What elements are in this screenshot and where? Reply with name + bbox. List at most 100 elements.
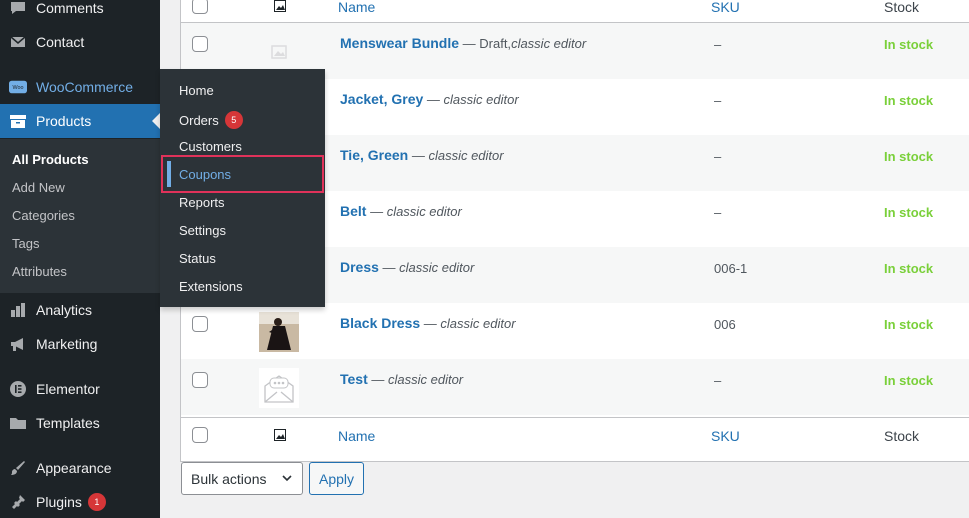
stock-status: In stock	[884, 261, 934, 276]
submenu-tags[interactable]: Tags	[12, 236, 39, 251]
column-sku-footer[interactable]: SKU	[711, 428, 740, 444]
stock-status: In stock	[884, 373, 934, 388]
table-row: Black Dress — classic editor 006 In stock	[181, 303, 969, 359]
editor-label: classic editor	[399, 260, 475, 275]
orders-count-badge: 5	[224, 111, 243, 129]
row-checkbox[interactable]	[192, 316, 208, 332]
svg-text:Woo: Woo	[13, 85, 24, 91]
menu-comments-label: Comments	[36, 0, 104, 16]
product-name-cell: Black Dress — classic editor	[340, 315, 516, 331]
product-name-cell: Belt — classic editor	[340, 203, 462, 219]
name-separator: —	[408, 148, 429, 163]
submenu-attributes[interactable]: Attributes	[12, 264, 67, 279]
name-separator: —	[459, 36, 480, 51]
flyout-orders[interactable]: Orders 5	[179, 111, 243, 129]
name-separator: —	[420, 316, 441, 331]
sku-cell: –	[714, 93, 722, 108]
elementor-icon	[9, 380, 27, 398]
flyout-status[interactable]: Status	[179, 251, 216, 266]
plug-icon	[9, 493, 27, 511]
menu-elementor[interactable]: Elementor	[0, 372, 160, 406]
menu-plugins[interactable]: Plugins 1	[0, 485, 160, 518]
woocommerce-flyout-menu: Home Orders 5 Customers Coupons Reports …	[160, 69, 325, 307]
flyout-settings[interactable]: Settings	[179, 223, 226, 238]
menu-products[interactable]: Products	[0, 104, 160, 138]
flyout-orders-label: Orders	[179, 112, 219, 128]
product-name-cell: Jacket, Grey — classic editor	[340, 91, 519, 107]
table-footer: Name SKU Stock	[181, 417, 969, 451]
flyout-reports[interactable]: Reports	[179, 195, 225, 210]
product-name-link[interactable]: Tie, Green	[340, 147, 408, 163]
flyout-extensions[interactable]: Extensions	[179, 279, 243, 294]
column-stock-footer: Stock	[884, 428, 920, 444]
column-name-footer[interactable]: Name	[338, 428, 375, 444]
product-name-cell: Menswear Bundle — Draft,classic editor	[340, 35, 586, 51]
name-separator: —	[378, 260, 400, 275]
product-name-cell: Tie, Green — classic editor	[340, 147, 504, 163]
sku-cell: –	[714, 373, 722, 388]
image-column-icon	[274, 429, 286, 441]
product-name-link[interactable]: Jacket, Grey	[340, 91, 423, 107]
woocommerce-icon: Woo	[9, 78, 27, 96]
table-row: Test — classic editor – In stock	[181, 359, 969, 415]
product-name-link[interactable]: Menswear Bundle	[340, 35, 459, 51]
editor-label: classic editor	[428, 148, 504, 163]
envelope-icon	[9, 33, 27, 51]
menu-appearance[interactable]: Appearance	[0, 451, 160, 485]
submenu-categories[interactable]: Categories	[12, 208, 75, 223]
stock-status: In stock	[884, 317, 934, 332]
bulk-actions-select[interactable]: Bulk actions	[181, 462, 303, 495]
sku-cell: –	[714, 37, 722, 52]
flyout-coupons[interactable]: Coupons	[179, 167, 231, 182]
flyout-customers[interactable]: Customers	[179, 139, 242, 154]
row-checkbox[interactable]	[192, 36, 208, 52]
name-separator: —	[367, 372, 388, 387]
product-name-link[interactable]: Dress	[340, 259, 379, 275]
sku-cell: 006	[714, 317, 736, 332]
product-thumbnail[interactable]	[259, 312, 299, 352]
admin-sidebar: Comments Contact Woo WooCommerce Product…	[0, 0, 160, 518]
menu-templates[interactable]: Templates	[0, 406, 160, 440]
folder-icon	[9, 414, 27, 432]
product-thumbnail[interactable]	[259, 368, 299, 408]
editor-label: classic editor	[386, 204, 462, 219]
product-name-link[interactable]: Test	[340, 371, 368, 387]
sku-cell: –	[714, 205, 722, 220]
submenu-add-new[interactable]: Add New	[12, 180, 65, 195]
menu-products-label: Products	[36, 113, 92, 129]
products-submenu: All Products Add New Categories Tags Att…	[0, 139, 160, 293]
menu-woocommerce-label: WooCommerce	[36, 79, 133, 95]
flyout-home[interactable]: Home	[179, 83, 214, 98]
menu-comments[interactable]: Comments	[0, 0, 160, 25]
editor-label: classic editor	[443, 92, 519, 107]
select-all-checkbox-footer[interactable]	[192, 427, 208, 443]
submenu-all-products[interactable]: All Products	[12, 152, 89, 167]
menu-analytics[interactable]: Analytics	[0, 293, 160, 327]
menu-marketing[interactable]: Marketing	[0, 327, 160, 361]
menu-templates-label: Templates	[36, 415, 100, 431]
product-thumbnail[interactable]	[259, 32, 299, 72]
product-name-cell: Test — classic editor	[340, 371, 463, 387]
product-name-link[interactable]: Belt	[340, 203, 366, 219]
select-all-checkbox[interactable]	[192, 0, 208, 14]
menu-contact-label: Contact	[36, 34, 85, 50]
paintbrush-icon	[9, 459, 27, 477]
menu-appearance-label: Appearance	[36, 460, 112, 476]
menu-contact[interactable]: Contact	[0, 25, 160, 59]
sku-cell: –	[714, 149, 722, 164]
row-checkbox[interactable]	[192, 372, 208, 388]
apply-button[interactable]: Apply	[309, 462, 364, 495]
sku-cell: 006-1	[714, 261, 748, 276]
column-name-header[interactable]: Name	[338, 0, 375, 15]
menu-woocommerce[interactable]: Woo WooCommerce	[0, 70, 160, 104]
megaphone-icon	[9, 335, 27, 353]
post-status-label: Draft,	[479, 36, 512, 51]
stock-status: In stock	[884, 37, 934, 52]
column-stock-header: Stock	[884, 0, 920, 15]
column-sku-header[interactable]: SKU	[711, 0, 740, 15]
stock-status: In stock	[884, 149, 934, 164]
product-name-cell: Dress — classic editor	[340, 259, 474, 275]
product-name-link[interactable]: Black Dress	[340, 315, 420, 331]
comment-icon	[9, 0, 27, 17]
name-separator: —	[423, 92, 444, 107]
